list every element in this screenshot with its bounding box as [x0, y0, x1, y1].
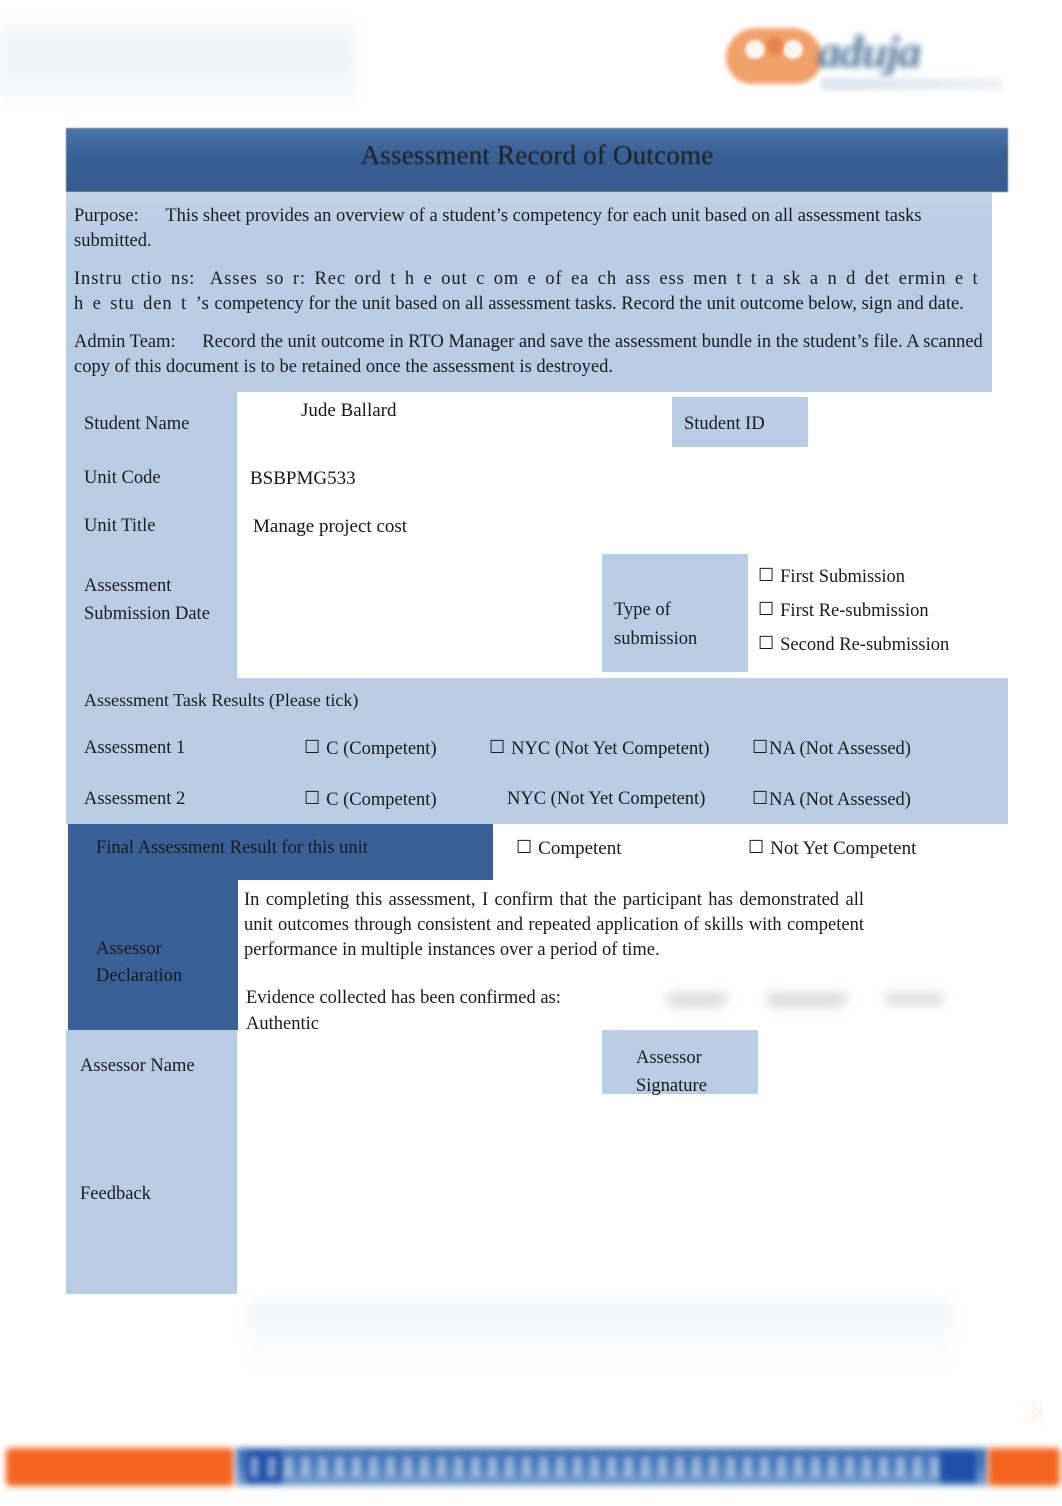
logo-nose-icon — [767, 37, 783, 55]
assessor-name-value[interactable] — [237, 1030, 597, 1104]
assessment-record-form: Assessment Record of Outcome Purpose: Th… — [66, 128, 1008, 1294]
admin-text: Record the unit outcome in RTO Manager a… — [74, 332, 983, 377]
assessment-1-na[interactable]: ☐NA (Not Assessed) — [752, 737, 911, 760]
feedback-label: Feedback — [66, 1103, 237, 1294]
assessment-1-nyc[interactable]: ☐ NYC (Not Yet Competent) — [489, 737, 710, 760]
assessor-name-row: Assessor Name Assessor Signature — [66, 1029, 1008, 1104]
document-title-bar: Assessment Record of Outcome — [66, 128, 1008, 192]
unit-code-row: Unit Code BSBPMG533 — [66, 455, 1008, 504]
instructions-label: Instru ctio ns: — [74, 269, 196, 290]
header-faint-block — [0, 22, 355, 104]
unit-title-value[interactable]: Manage project cost — [237, 504, 1008, 554]
assessment-1-na-label: NA (Not Assessed) — [769, 738, 911, 759]
final-result-competent-label: Competent — [538, 837, 622, 859]
footer-orange-right — [988, 1448, 1060, 1486]
option-first-resubmission[interactable]: ☐ First Re-submission — [758, 599, 1014, 622]
admin-label: Admin Team: — [74, 332, 176, 353]
logo-wordmark: aduja — [818, 26, 921, 77]
organisation-logo: aduja — [726, 20, 1002, 92]
checkbox-icon[interactable]: ☐ — [304, 788, 320, 808]
checkbox-icon[interactable]: ☐ — [758, 565, 774, 585]
assessment-2-nyc-label: NYC (Not Yet Competent) — [507, 788, 706, 809]
unit-title-label: Unit Title — [66, 503, 237, 554]
assessor-declaration-paragraph: In completing this assessment, I confirm… — [244, 889, 864, 960]
student-name-row: Student Name Jude Ballard Student ID — [66, 391, 1008, 456]
option-first-submission-label: First Submission — [780, 566, 906, 587]
evidence-smudge-1 — [666, 990, 728, 1008]
unit-title-row: Unit Title Manage project cost — [66, 503, 1008, 554]
final-result-not-yet-competent[interactable]: ☐ Not Yet Competent — [748, 837, 917, 860]
document-page: aduja Assessment Record of Outcome Purpo… — [0, 0, 1062, 1506]
bottom-watermark — [250, 1300, 950, 1370]
footer-text-blur — [250, 1457, 940, 1477]
checkbox-icon[interactable]: ☐ — [758, 633, 774, 653]
feedback-row: Feedback — [66, 1103, 1008, 1294]
evidence-smudge-3 — [884, 991, 944, 1006]
unit-code-value[interactable]: BSBPMG533 — [237, 456, 1008, 504]
assessment-1-competent[interactable]: ☐ C (Competent) — [304, 737, 437, 760]
option-second-resubmission[interactable]: ☐ Second Re-submission — [758, 633, 1014, 656]
purpose-paragraph: Purpose: This sheet provides an overview… — [74, 204, 984, 253]
submission-date-label: Assessment Submission Date — [84, 575, 210, 625]
assessor-declaration-label: Assessor Declaration — [96, 938, 183, 987]
checkbox-icon[interactable]: ☐ — [752, 788, 768, 808]
checkbox-icon[interactable]: ☐ — [758, 599, 774, 619]
assessment-2-label: Assessment 2 — [84, 788, 186, 809]
checkbox-icon[interactable]: ☐ — [516, 837, 532, 857]
option-second-resubmission-label: Second Re-submission — [780, 634, 950, 655]
footer-orange-left — [6, 1448, 234, 1486]
purpose-text: This sheet provides an overview of a stu… — [74, 206, 922, 251]
purpose-label: Purpose: — [74, 206, 139, 226]
admin-paragraph: Admin Team: Record the unit outcome in R… — [74, 330, 984, 379]
evidence-confirmed-line: Evidence collected has been confirmed as… — [246, 987, 561, 1008]
final-result-not-yet-competent-label: Not Yet Competent — [770, 837, 917, 859]
submission-date-value[interactable] — [244, 553, 599, 672]
final-result-label: Final Assessment Result for this unit — [68, 823, 493, 880]
assessment-2-competent-label: C (Competent) — [326, 789, 437, 810]
assessment-2-competent[interactable]: ☐ C (Competent) — [304, 788, 437, 811]
page-number: 3 — [1027, 1396, 1042, 1429]
type-of-submission-label: Type of submission — [614, 599, 698, 650]
final-result-row: Final Assessment Result for this unit ☐ C… — [66, 823, 1008, 880]
feedback-value[interactable] — [237, 1104, 1008, 1294]
logo-eye-right-icon — [783, 40, 803, 59]
student-id-value[interactable] — [808, 392, 1008, 456]
footer-blue-block-right — [940, 1452, 976, 1482]
logo-tagline-blur — [822, 78, 1002, 90]
checkbox-icon[interactable]: ☐ — [748, 837, 764, 857]
checkbox-icon[interactable]: ☐ — [304, 737, 320, 757]
checkbox-icon[interactable]: ☐ — [752, 737, 768, 757]
assessor-signature-value[interactable] — [758, 1030, 1008, 1104]
logo-eye-left-icon — [745, 40, 765, 59]
evidence-smudge-2 — [766, 990, 848, 1008]
student-name-label: Student Name — [66, 391, 237, 456]
footer-bar — [0, 1448, 1062, 1486]
student-id-label: Student ID — [672, 396, 808, 447]
unit-code-label: Unit Code — [66, 455, 237, 504]
assessment-1-nyc-label: NYC (Not Yet Competent) — [511, 738, 710, 759]
option-first-submission[interactable]: ☐ First Submission — [758, 565, 1014, 588]
page-title: Assessment Record of Outcome — [360, 140, 714, 170]
option-first-resubmission-label: First Re-submission — [780, 600, 929, 621]
assessment-2-na-label: NA (Not Assessed) — [769, 789, 911, 810]
assessment-1-label: Assessment 1 — [84, 737, 186, 758]
task-results-heading: Assessment Task Results (Please tick) — [84, 689, 359, 710]
instructions-paragraph: Instru ctio ns: Asses so r: Rec ord t h … — [74, 267, 984, 316]
intro-block: Purpose: This sheet provides an overview… — [66, 192, 992, 392]
assessor-signature-label: Assessor Signature — [636, 1047, 707, 1097]
submission-type-options: ☐ First Submission ☐ First Re-submission ☐… — [752, 554, 1014, 690]
assessor-name-label: Assessor Name — [66, 1029, 237, 1104]
assessment-2-na[interactable]: ☐NA (Not Assessed) — [752, 788, 911, 811]
checkbox-icon[interactable]: ☐ — [489, 737, 505, 757]
submission-row: Assessment Submission Date Type of submi… — [66, 553, 1008, 678]
assessment-2-nyc[interactable]: NYC (Not Yet Competent) — [507, 789, 705, 810]
instructions-text-2: competency for the unit based on all ass… — [214, 293, 964, 314]
task-results-block: Assessment Task Results (Please tick) As… — [66, 677, 1008, 824]
assessor-declaration-row: Assessor Declaration In completing this … — [66, 879, 1008, 1034]
student-name-value[interactable]: Jude Ballard — [237, 392, 737, 456]
final-result-competent[interactable]: ☐ Competent — [516, 837, 622, 860]
assessment-1-competent-label: C (Competent) — [326, 738, 437, 759]
